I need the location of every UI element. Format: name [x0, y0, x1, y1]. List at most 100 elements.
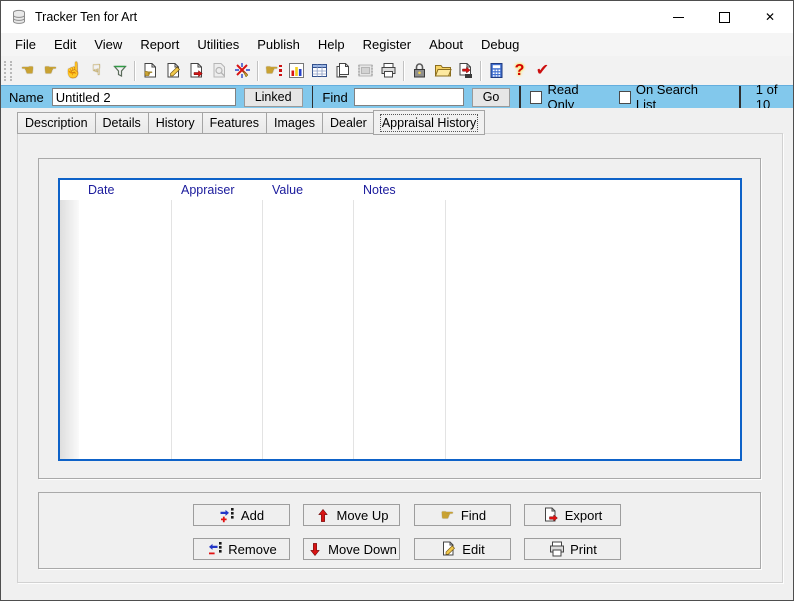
- find-button[interactable]: Find: [414, 504, 511, 526]
- record-bar-divider: [311, 86, 314, 108]
- filter-icon[interactable]: [108, 60, 131, 82]
- toolbar-grip[interactable]: [4, 60, 12, 81]
- column-header-notes: Notes: [363, 183, 396, 197]
- name-input[interactable]: [51, 88, 236, 106]
- appraisal-table-groupbox: Date Appraiser Value Notes: [38, 158, 761, 479]
- remove-icon: [206, 541, 223, 557]
- hand-down-icon[interactable]: [85, 60, 108, 82]
- menu-help[interactable]: Help: [309, 34, 354, 55]
- add-button[interactable]: Add: [193, 504, 290, 526]
- tab-history[interactable]: History: [147, 112, 202, 134]
- title-bar: Tracker Ten for Art: [1, 1, 793, 33]
- print-icon[interactable]: [377, 60, 400, 82]
- menu-edit[interactable]: Edit: [45, 34, 85, 55]
- close-button[interactable]: [747, 1, 793, 33]
- edit-icon: [440, 541, 457, 557]
- row-selector-gutter: [60, 200, 79, 459]
- tab-description[interactable]: Description: [17, 112, 95, 134]
- go-button[interactable]: Go: [471, 87, 511, 107]
- menu-view[interactable]: View: [85, 34, 131, 55]
- find-input[interactable]: [353, 88, 464, 106]
- tab-label: Description: [25, 116, 88, 130]
- record-bar-divider: [519, 86, 522, 108]
- appraisal-history-panel: Date Appraiser Value Notes Add Move Up ☛…: [17, 133, 783, 583]
- images-icon[interactable]: [354, 60, 377, 82]
- chart-report-icon[interactable]: [285, 60, 308, 82]
- appraisal-table[interactable]: Date Appraiser Value Notes: [58, 178, 742, 461]
- find-record-icon[interactable]: [262, 60, 285, 82]
- linked-button[interactable]: Linked: [243, 87, 303, 107]
- toolbar-separator: [134, 60, 136, 81]
- help-icon[interactable]: [508, 60, 531, 82]
- tab-images[interactable]: Images: [266, 112, 322, 134]
- open-folder-icon[interactable]: [431, 60, 454, 82]
- menu-file[interactable]: File: [6, 34, 45, 55]
- print-icon: [548, 541, 565, 557]
- move-down-button[interactable]: Move Down: [303, 538, 400, 560]
- menu-debug[interactable]: Debug: [472, 34, 528, 55]
- tab-strip: Description Details History Features Ima…: [17, 110, 486, 135]
- delete-record-icon[interactable]: [231, 60, 254, 82]
- export-button-label: Export: [564, 507, 603, 523]
- column-divider: [171, 200, 172, 459]
- column-divider: [353, 200, 354, 459]
- move-down-icon: [306, 541, 323, 557]
- find-hand-icon: [439, 507, 456, 523]
- move-up-button-label: Move Up: [336, 507, 389, 523]
- app-icon: [13, 9, 25, 24]
- print-button[interactable]: Print: [524, 538, 621, 560]
- minimize-icon: [672, 16, 684, 18]
- preview-record-icon[interactable]: [208, 60, 231, 82]
- maximize-button[interactable]: [701, 1, 747, 33]
- menu-publish[interactable]: Publish: [248, 34, 309, 55]
- column-divider: [445, 200, 446, 459]
- appraisal-table-body[interactable]: [60, 200, 740, 459]
- minimize-button[interactable]: [655, 1, 701, 33]
- read-only-checkbox[interactable]: [530, 90, 543, 104]
- menu-bar: File Edit View Report Utilities Publish …: [1, 33, 793, 56]
- validate-icon[interactable]: [531, 60, 554, 82]
- tab-label: Appraisal History: [379, 114, 479, 132]
- copy-pages-icon[interactable]: [331, 60, 354, 82]
- on-search-list-checkbox[interactable]: [618, 90, 631, 104]
- hand-right-icon[interactable]: [39, 60, 62, 82]
- tab-label: Features: [209, 116, 259, 130]
- find-button-label: Find: [460, 507, 487, 523]
- tab-features[interactable]: Features: [201, 112, 266, 134]
- toolbar-separator: [403, 60, 405, 81]
- hand-left-icon[interactable]: [16, 60, 39, 82]
- svg-text:☛: ☛: [144, 69, 153, 79]
- record-bar-divider: [738, 86, 741, 108]
- main-content: Description Details History Features Ima…: [1, 108, 793, 600]
- remove-button[interactable]: Remove: [193, 538, 290, 560]
- menu-utilities[interactable]: Utilities: [188, 34, 248, 55]
- menu-report[interactable]: Report: [131, 34, 188, 55]
- column-header-date: Date: [88, 183, 115, 197]
- export-record-icon[interactable]: [454, 60, 477, 82]
- menu-about[interactable]: About: [420, 34, 472, 55]
- name-label: Name: [9, 89, 44, 105]
- hand-up-icon[interactable]: [62, 60, 85, 82]
- edit-button[interactable]: Edit: [414, 538, 511, 560]
- edit-record-icon[interactable]: [162, 60, 185, 82]
- close-icon: [765, 8, 775, 26]
- tab-dealer[interactable]: Dealer: [322, 112, 374, 134]
- lock-icon[interactable]: [408, 60, 431, 82]
- save-record-icon[interactable]: [185, 60, 208, 82]
- calculator-icon[interactable]: [485, 60, 508, 82]
- export-button[interactable]: Export: [524, 504, 621, 526]
- grid-view-icon[interactable]: [308, 60, 331, 82]
- remove-button-label: Remove: [228, 541, 277, 557]
- column-header-appraiser: Appraiser: [181, 183, 235, 197]
- tab-appraisal-history[interactable]: Appraisal History: [372, 110, 486, 135]
- find-label: Find: [322, 89, 348, 105]
- move-up-button[interactable]: Move Up: [303, 504, 400, 526]
- move-down-button-label: Move Down: [328, 541, 397, 557]
- menu-register[interactable]: Register: [354, 34, 420, 55]
- tab-details[interactable]: Details: [94, 112, 148, 134]
- tab-label: Images: [274, 116, 315, 130]
- app-window: Tracker Ten for Art File Edit View Repor…: [0, 0, 794, 601]
- new-record-icon[interactable]: ☛: [139, 60, 162, 82]
- maximize-icon: [718, 11, 730, 23]
- export-icon: [543, 507, 560, 523]
